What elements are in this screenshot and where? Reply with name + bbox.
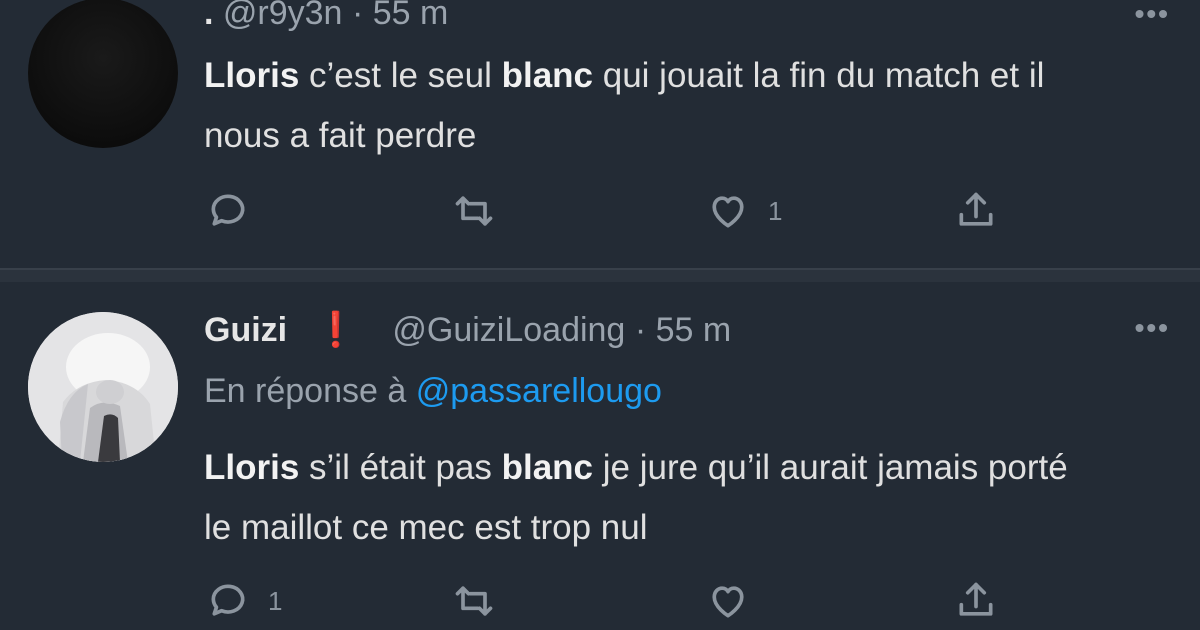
timeline: . @r9y3n · 55 m ••• Lloris c’est le seul… — [0, 0, 1200, 630]
avatar-image — [28, 312, 178, 462]
text-plain: s’il était pas — [299, 448, 502, 487]
reply-mention-link[interactable]: @passarellougo — [416, 372, 662, 410]
action-bar: 1 — [206, 186, 1006, 236]
display-name[interactable]: Guizi — [204, 311, 287, 349]
avatar-user-2[interactable] — [28, 312, 178, 462]
timestamp[interactable]: 55 m — [373, 0, 449, 32]
display-name[interactable]: . — [204, 0, 213, 32]
avatar-user-1[interactable] — [28, 0, 178, 148]
reply-button[interactable]: 1 — [206, 576, 282, 626]
reply-context: En réponse à @passarellougo — [204, 372, 662, 411]
share-button[interactable] — [954, 186, 998, 236]
reply-icon — [211, 584, 245, 616]
like-button[interactable] — [706, 576, 768, 626]
action-bar: 1 — [206, 576, 1006, 626]
retweet-button[interactable] — [452, 576, 514, 626]
share-icon — [959, 192, 993, 226]
like-button[interactable]: 1 — [706, 186, 782, 236]
like-count: 1 — [768, 195, 783, 226]
more-icon[interactable]: ••• — [1135, 0, 1170, 30]
dot-separator: · — [634, 311, 647, 349]
retweet-icon — [455, 586, 493, 616]
share-icon — [959, 582, 993, 616]
retweet-icon — [455, 196, 493, 226]
handle[interactable]: @GuiziLoading — [392, 311, 625, 349]
text-plain: c’est le seul — [299, 56, 502, 95]
like-icon — [712, 196, 744, 228]
text-bold: Lloris — [204, 448, 300, 487]
share-button[interactable] — [954, 576, 998, 626]
warning-badge-icon: ❗ — [314, 311, 357, 349]
reply-count: 1 — [268, 585, 283, 616]
text-bold: blanc — [501, 56, 594, 95]
dot-separator: · — [351, 0, 364, 32]
text-bold: Lloris — [204, 56, 300, 95]
reply-icon — [211, 194, 245, 226]
like-icon — [712, 586, 744, 618]
tweet-2[interactable]: Guizi ❗ @GuiziLoading · 55 m ••• En répo… — [0, 280, 1200, 630]
timestamp[interactable]: 55 m — [656, 311, 732, 349]
tweet-text: Lloris c’est le seul blanc qui jouait la… — [204, 46, 1104, 166]
more-icon[interactable]: ••• — [1135, 312, 1170, 344]
tweet-header: Guizi ❗ @GuiziLoading · 55 m — [204, 310, 731, 350]
reply-button[interactable] — [206, 186, 268, 236]
tweet-header: . @r9y3n · 55 m — [204, 0, 448, 33]
handle[interactable]: @r9y3n — [223, 0, 343, 32]
tweet-text: Lloris s’il était pas blanc je jure qu’i… — [204, 438, 1104, 558]
text-bold: blanc — [501, 448, 594, 487]
reply-prefix: En réponse à — [204, 372, 407, 410]
retweet-button[interactable] — [452, 186, 514, 236]
tweet-1[interactable]: . @r9y3n · 55 m ••• Lloris c’est le seul… — [0, 0, 1200, 268]
